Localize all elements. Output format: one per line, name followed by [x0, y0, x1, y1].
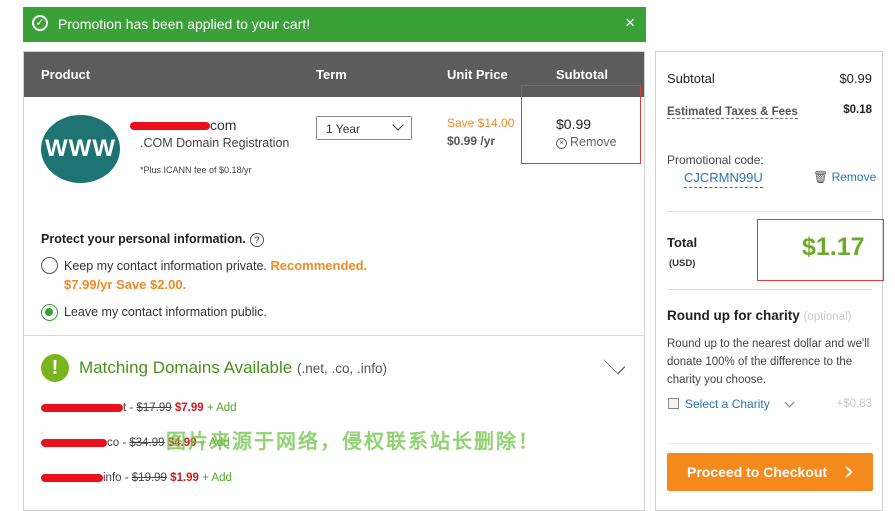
domain-description: .COM Domain Registration: [140, 136, 290, 150]
subtotal-value: $0.99: [839, 71, 872, 86]
check-circle-icon: ✓: [32, 15, 48, 31]
privacy-heading-text: Protect your personal information.: [41, 232, 246, 246]
unit-price-value: $0.99: [447, 134, 478, 148]
item-subtotal: $0.99: [556, 116, 592, 132]
chevron-down-icon[interactable]: [603, 352, 626, 375]
matching-tlds: (.net, .co, .info): [296, 361, 388, 376]
old-price: $19.99: [131, 472, 167, 484]
column-subtotal: Subtotal: [556, 67, 608, 82]
section-divider: [24, 335, 644, 336]
currency-label: (USD): [669, 258, 696, 269]
unit-price: $0.99 /yr: [447, 134, 495, 148]
redacted-mark: [41, 473, 103, 482]
term-value: 1 Year: [326, 122, 361, 136]
option-private-label: Keep my contact information private.: [64, 259, 267, 273]
total-value: $1.17: [802, 233, 865, 261]
option-private: Keep my contact information private. Rec…: [64, 258, 367, 273]
private-price: $7.99/yr Save $2.00.: [64, 277, 187, 292]
remove-label: Remove: [570, 135, 617, 149]
promo-code[interactable]: CJCRMN99U: [684, 170, 763, 188]
charity-heading: Round up for charity (optional): [667, 308, 851, 323]
new-price: $7.99: [174, 402, 204, 414]
redacted-mark: [130, 122, 210, 131]
close-icon[interactable]: ×: [625, 13, 635, 33]
total-label: Total: [667, 235, 698, 250]
remove-item-button[interactable]: ✕ Remove: [556, 135, 617, 149]
radio-private[interactable]: [41, 257, 58, 274]
domain-name: com: [130, 117, 236, 133]
domain-suffix: co: [107, 437, 120, 449]
help-icon[interactable]: ?: [249, 233, 264, 247]
column-unit-price: Unit Price: [447, 67, 508, 82]
new-price: $1.99: [170, 472, 199, 484]
select-charity-dropdown[interactable]: Select a Charity: [685, 397, 770, 411]
remove-promo-label: Remove: [831, 170, 877, 184]
add-domain-button[interactable]: + Add: [207, 402, 237, 414]
matching-domains-title: Matching Domains Available (.net, .co, .…: [79, 358, 387, 378]
recommended-label: Recommended.: [270, 258, 368, 273]
divider: [667, 211, 872, 212]
charity-checkbox[interactable]: [668, 398, 679, 409]
divider: [667, 443, 872, 444]
remove-promo-button[interactable]: 🗑 Remove: [813, 170, 876, 184]
unit-price-suffix: /yr: [480, 134, 496, 148]
www-logo: WWW: [41, 115, 120, 183]
checkout-label: Proceed to Checkout: [687, 464, 828, 480]
save-amount: Save $14.00: [447, 116, 515, 130]
exclamation-icon: !: [41, 354, 69, 382]
cart-table: Product Term Unit Price Subtotal WWW com…: [23, 51, 645, 511]
column-term: Term: [316, 67, 347, 82]
charity-title: Round up for charity: [667, 308, 800, 323]
chevron-right-icon: [841, 466, 853, 478]
option-public-label: Leave my contact information public.: [64, 305, 267, 319]
remove-circle-icon: ✕: [556, 138, 567, 149]
subtotal-label: Subtotal: [667, 71, 715, 86]
promotion-banner: ✓ Promotion has been applied to your car…: [23, 7, 646, 42]
icann-note: *Plus ICANN fee of $0.18/yr: [140, 165, 252, 175]
banner-message: Promotion has been applied to your cart!: [58, 16, 311, 32]
radio-public[interactable]: [41, 304, 58, 321]
watermark-text: 图片来源于网络，侵权联系站长删除！: [166, 431, 540, 453]
old-price: $17.99: [136, 402, 172, 414]
taxes-value: $0.18: [843, 104, 872, 116]
column-product: Product: [41, 67, 91, 82]
trash-icon: 🗑: [813, 170, 829, 184]
domain-suffix: t: [123, 402, 127, 414]
chevron-down-icon: [784, 397, 795, 408]
matching-title-text: Matching Domains Available: [79, 358, 293, 377]
old-price: $34.99: [129, 437, 165, 449]
proceed-to-checkout-button[interactable]: Proceed to Checkout: [667, 453, 873, 491]
redacted-mark: [41, 403, 123, 412]
chevron-down-icon: [392, 119, 404, 131]
domain-suffix: info: [103, 472, 122, 484]
privacy-heading: Protect your personal information.?: [41, 232, 264, 247]
divider: [667, 289, 872, 290]
estimated-taxes-label[interactable]: Estimated Taxes & Fees: [667, 104, 798, 121]
add-domain-button[interactable]: + Add: [202, 472, 232, 484]
taxes-label-text: Estimated Taxes & Fees: [667, 106, 798, 119]
domain-name-suffix: com: [210, 117, 237, 133]
term-select[interactable]: 1 Year: [316, 116, 412, 140]
charity-description: Round up to the nearest dollar and we'll…: [667, 338, 870, 386]
order-summary: Subtotal $0.99 Estimated Taxes & Fees $0…: [655, 51, 884, 511]
list-item: info - $19.99 $1.99 + Add: [41, 472, 232, 484]
list-item: t - $17.99 $7.99 + Add: [41, 402, 237, 414]
charity-optional: (optional): [803, 311, 852, 323]
redacted-mark: [41, 438, 107, 447]
promo-label: Promotional code:: [667, 153, 764, 167]
charity-amount: +$0.83: [836, 398, 873, 410]
